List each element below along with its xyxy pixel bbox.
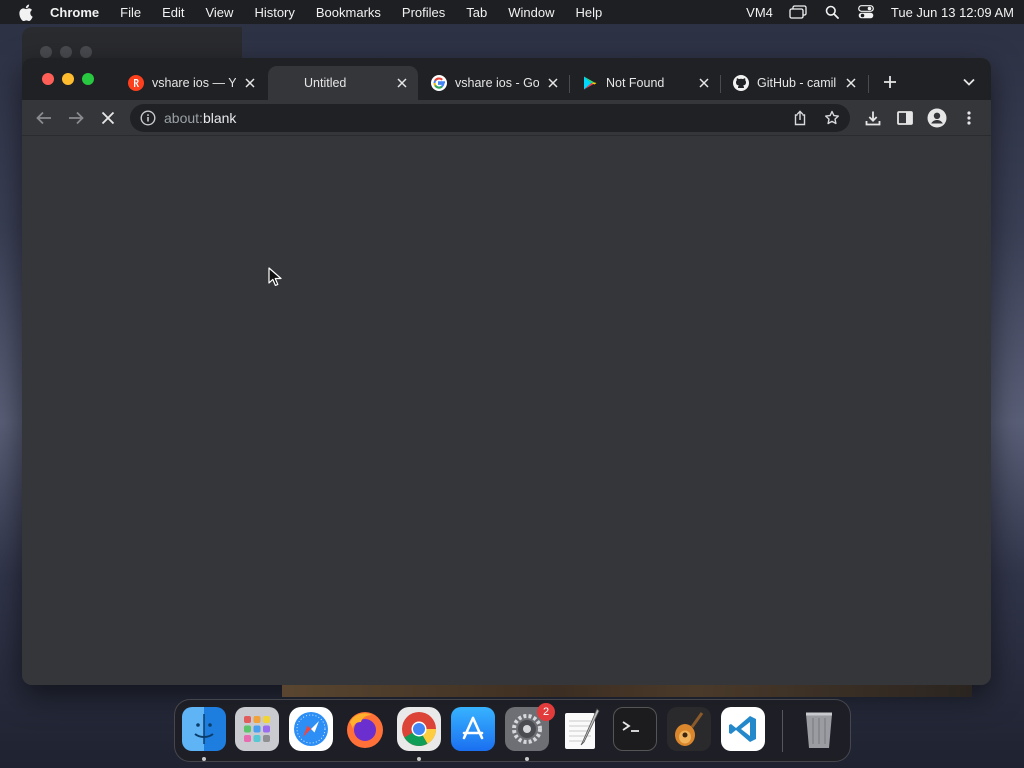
menu-tab[interactable]: Tab [466,5,487,20]
dock-running-indicator [525,757,529,761]
tab-title: vshare ios — Ya [152,76,236,90]
tab-close-icon[interactable] [545,75,561,91]
window-zoom-button[interactable] [82,73,94,85]
dock-garageband-icon[interactable] [667,707,711,751]
address-bar-url: about:blank [164,110,236,126]
dock-trash-icon[interactable] [797,707,841,751]
background-window-close-icon [40,46,52,58]
blank-page-icon [280,75,296,91]
page-content-area[interactable] [22,137,991,685]
tab-play-store[interactable]: Not Found [570,66,720,100]
tab-untitled[interactable]: Untitled [268,66,418,100]
menu-bar-status-area: VM4 Tue Jun 13 12:09 AM [730,4,1014,20]
dock: 2 [174,699,851,762]
forward-arrow-icon[interactable] [64,106,88,130]
tab-title: Untitled [304,76,347,90]
dock-vscode-icon[interactable] [721,707,765,751]
menu-bar-clock[interactable]: Tue Jun 13 12:09 AM [891,5,1014,20]
menu-view[interactable]: View [205,5,233,20]
site-info-icon[interactable] [140,110,156,126]
control-center-icon[interactable] [857,4,875,20]
menu-bar: Chrome File Edit View History Bookmarks … [0,0,1024,24]
tab-strip: vshare ios — Ya Untitled vshare ios - Go [22,58,991,100]
dock-firefox-icon[interactable] [343,707,387,751]
menu-profiles[interactable]: Profiles [402,5,445,20]
downloads-icon[interactable] [861,106,885,130]
dock-launchpad-icon[interactable] [235,707,279,751]
window-minimize-button[interactable] [62,73,74,85]
menu-edit[interactable]: Edit [162,5,184,20]
browser-window: vshare ios — Ya Untitled vshare ios - Go [22,58,991,685]
vm-status-label[interactable]: VM4 [746,5,773,20]
desktop-wallpaper-strip [282,685,972,697]
dock-chrome-icon[interactable] [397,707,441,751]
tab-close-icon[interactable] [242,75,258,91]
dock-system-settings-icon[interactable]: 2 [505,703,555,751]
dock-separator [782,710,783,752]
tab-close-icon[interactable] [394,75,410,91]
google-icon [431,75,447,91]
menu-bookmarks[interactable]: Bookmarks [316,5,381,20]
notification-badge: 2 [537,703,555,721]
menu-window[interactable]: Window [508,5,554,20]
apple-menu-icon[interactable] [14,3,36,21]
more-menu-icon[interactable] [957,106,981,130]
mouse-cursor-icon [268,267,282,287]
dock-running-indicator [202,757,206,761]
tab-github[interactable]: GitHub - camil [721,66,867,100]
share-icon[interactable] [790,108,810,128]
dock-textedit-icon[interactable] [559,707,603,751]
url-path: blank [202,110,237,126]
dock-running-indicator [417,757,421,761]
menu-help[interactable]: Help [576,5,603,20]
tab-close-icon[interactable] [696,75,712,91]
tab-title: vshare ios - Go [455,76,539,90]
new-tab-plus-icon[interactable] [880,72,900,92]
address-bar[interactable]: about:blank [130,104,850,132]
browser-toolbar: about:blank [22,100,991,136]
stop-loading-icon[interactable] [96,106,120,130]
yandex-icon [128,75,144,91]
back-arrow-icon[interactable] [32,106,56,130]
tab-search-chevron-down-icon[interactable] [959,72,979,92]
tab-google[interactable]: vshare ios - Go [419,66,569,100]
side-panel-icon[interactable] [893,106,917,130]
play-store-icon [582,75,598,91]
background-window-zoom-icon [80,46,92,58]
background-window-minimize-icon [60,46,72,58]
url-scheme: about: [164,110,203,126]
tab-separator [868,75,869,93]
dock-finder-icon[interactable] [182,707,226,751]
screen-mirroring-icon[interactable] [789,4,807,20]
dock-app-store-icon[interactable] [451,707,495,751]
menu-history[interactable]: History [254,5,294,20]
window-close-button[interactable] [42,73,54,85]
bookmark-star-icon[interactable] [822,108,842,128]
tab-title: Not Found [606,76,665,90]
tab-title: GitHub - camil [757,76,837,90]
dock-safari-icon[interactable] [289,707,333,751]
tab-yandex[interactable]: vshare ios — Ya [116,66,266,100]
dock-terminal-icon[interactable] [613,707,657,751]
profile-avatar-icon[interactable] [925,106,949,130]
menu-app-chrome[interactable]: Chrome [50,5,99,20]
spotlight-search-icon[interactable] [823,4,841,20]
menu-file[interactable]: File [120,5,141,20]
tab-close-icon[interactable] [843,75,859,91]
github-icon [733,75,749,91]
